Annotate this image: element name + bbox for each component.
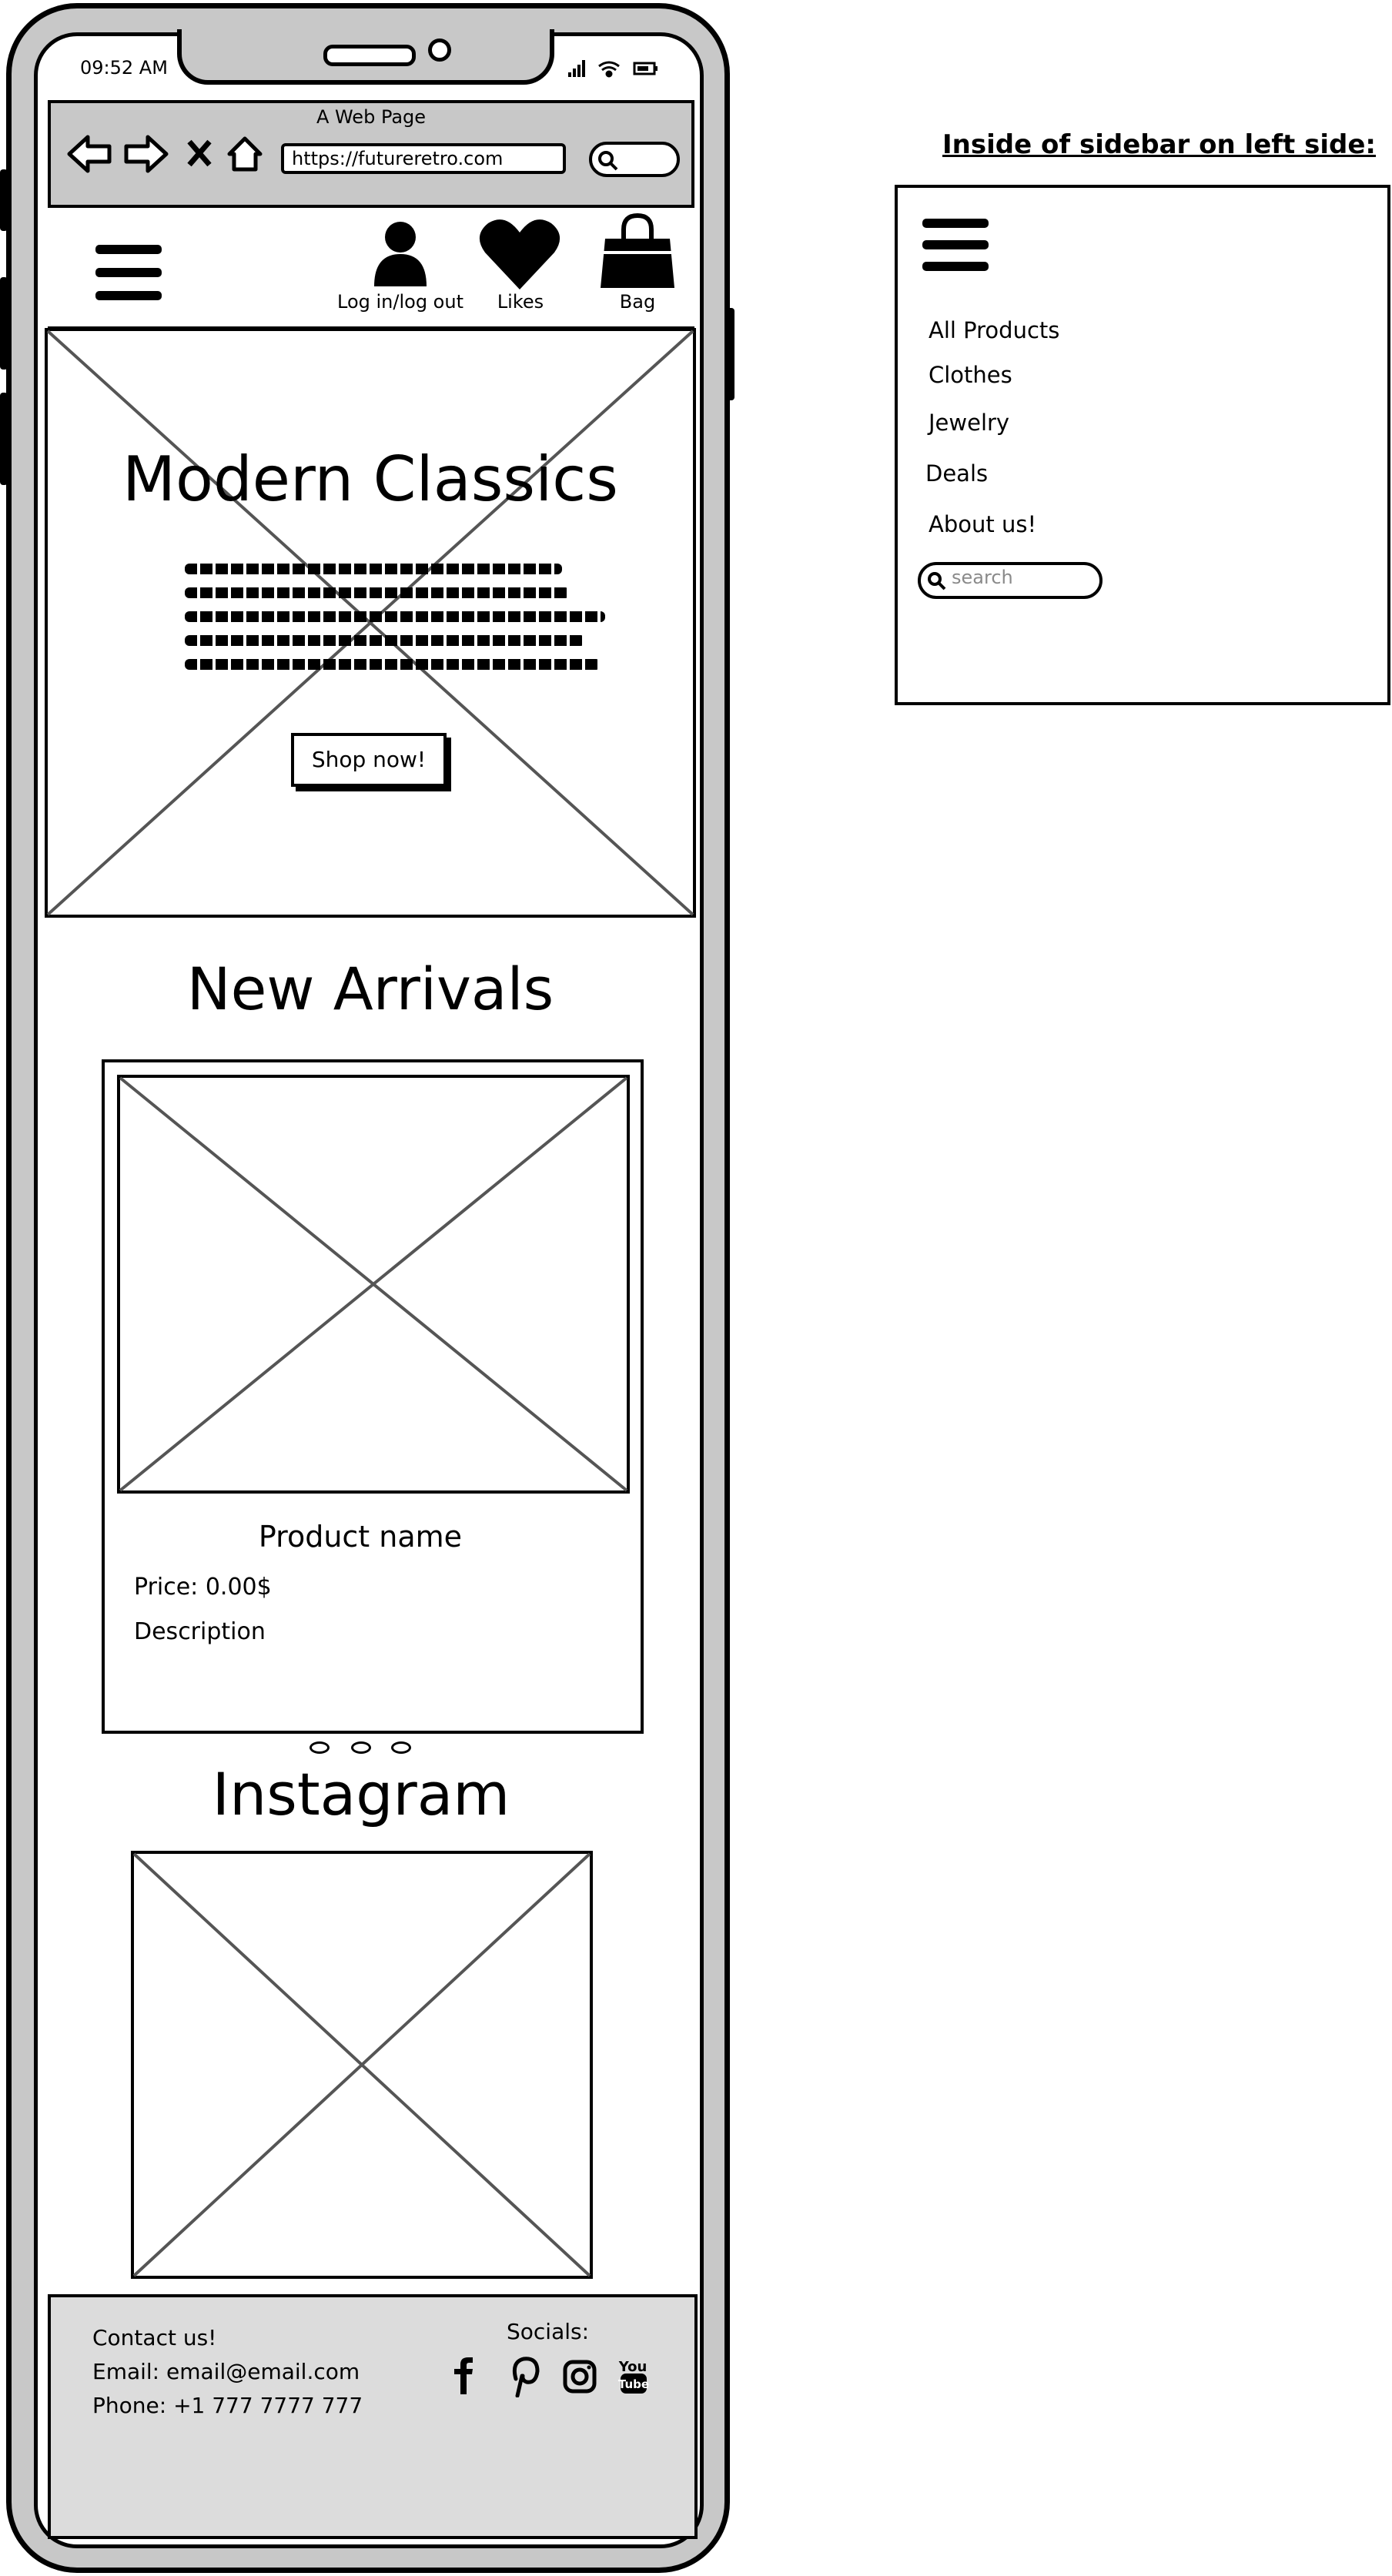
shop-now-button[interactable]: Shop now! xyxy=(291,733,447,787)
socials-heading: Socials: xyxy=(507,2319,590,2344)
svg-text:Tube: Tube xyxy=(618,2377,649,2391)
facebook-icon[interactable] xyxy=(454,2357,473,2394)
sidebar-preview-heading: Inside of sidebar on left side: xyxy=(942,129,1377,160)
sidebar-item-deals[interactable]: Deals xyxy=(925,460,988,487)
hamburger-menu-icon[interactable] xyxy=(95,243,163,302)
sidebar-item-about-us[interactable]: About us! xyxy=(929,511,1036,537)
browser-title: A Web Page xyxy=(316,106,427,128)
phone-side-button xyxy=(0,169,8,231)
sidebar-item-all-products[interactable]: All Products xyxy=(929,317,1059,343)
account-link[interactable]: Log in/log out xyxy=(337,217,463,317)
instagram-image-cross xyxy=(132,1852,591,2277)
instagram-title: Instagram xyxy=(212,1760,510,1828)
heart-icon xyxy=(479,219,560,289)
sidebar-item-clothes[interactable]: Clothes xyxy=(929,362,1012,388)
status-icons xyxy=(568,60,658,78)
sidebar-item-jewelry[interactable]: Jewelry xyxy=(929,410,1009,436)
user-icon xyxy=(374,222,427,286)
hamburger-menu-icon[interactable] xyxy=(922,217,990,276)
social-icons: You Tube xyxy=(454,2357,649,2397)
browser-controls xyxy=(67,135,263,173)
instagram-icon[interactable] xyxy=(563,2360,597,2394)
contact-phone[interactable]: Phone: +1 777 7777 777 xyxy=(92,2393,363,2418)
hero-body-text xyxy=(185,564,605,670)
product-description: Description xyxy=(134,1618,266,1645)
sidebar-search-placeholder: search xyxy=(952,567,1013,588)
phone-side-button xyxy=(0,277,8,370)
search-icon xyxy=(928,572,946,590)
youtube-icon[interactable]: You Tube xyxy=(618,2359,649,2394)
hero-title: Modern Classics xyxy=(122,443,618,515)
status-time: 09:52 AM xyxy=(80,57,168,79)
svg-text:You: You xyxy=(618,2359,647,2375)
bag-link[interactable]: Bag xyxy=(593,212,682,317)
contact-email[interactable]: Email: email@email.com xyxy=(92,2359,360,2384)
forward-arrow-icon[interactable] xyxy=(124,135,169,173)
search-icon xyxy=(598,151,618,171)
shopping-bag-icon xyxy=(601,212,674,288)
phone-side-button xyxy=(0,393,8,485)
likes-label: Likes xyxy=(497,291,544,313)
camera-icon xyxy=(428,38,451,62)
product-price: Price: 0.00$ xyxy=(134,1574,272,1601)
url-input[interactable]: https://futureretro.com xyxy=(281,143,566,174)
close-icon[interactable] xyxy=(187,139,212,167)
pinterest-icon[interactable] xyxy=(512,2357,540,2397)
likes-link[interactable]: Likes xyxy=(474,217,567,317)
carousel-dot[interactable] xyxy=(310,1741,330,1754)
bag-label: Bag xyxy=(619,291,656,313)
new-arrivals-title: New Arrivals xyxy=(186,955,554,1023)
browser-search-field[interactable] xyxy=(589,142,680,177)
product-name: Product name xyxy=(258,1520,463,1554)
carousel-dot[interactable] xyxy=(391,1741,411,1754)
battery-icon xyxy=(633,62,658,75)
phone-power-button xyxy=(727,308,734,400)
speaker-icon xyxy=(323,45,416,66)
account-label: Log in/log out xyxy=(337,291,463,313)
product-image-cross xyxy=(119,1076,628,1492)
home-icon[interactable] xyxy=(227,136,263,172)
back-arrow-icon[interactable] xyxy=(67,135,112,173)
carousel-dot[interactable] xyxy=(351,1741,371,1754)
contact-heading: Contact us! xyxy=(92,2325,217,2350)
wifi-icon xyxy=(598,61,620,78)
signal-icon xyxy=(568,60,585,77)
